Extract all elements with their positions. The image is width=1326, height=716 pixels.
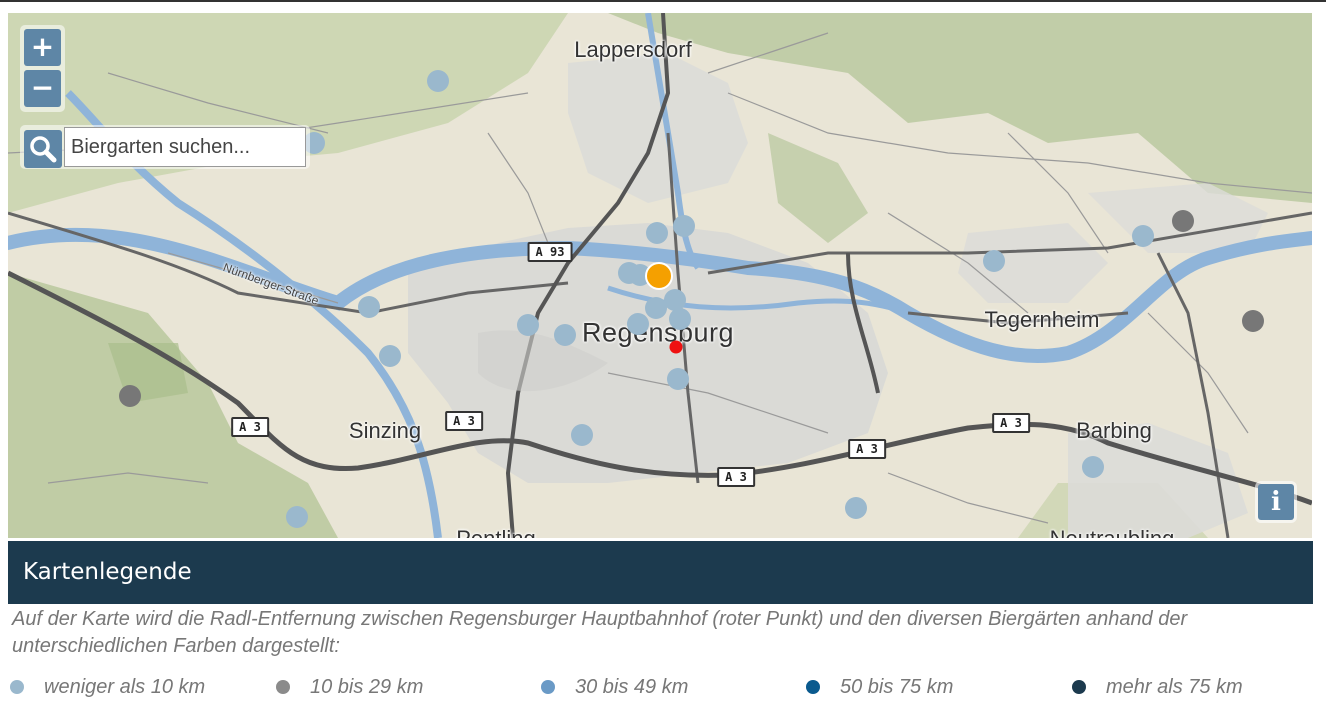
legend-item: mehr als 75 km	[1072, 672, 1243, 702]
forest-patch	[768, 133, 868, 243]
top-border-line	[0, 0, 1326, 2]
search-button[interactable]	[24, 130, 62, 168]
zoom-out-button[interactable]: −	[24, 70, 61, 107]
legend-item: weniger als 10 km	[10, 672, 205, 702]
hauptbahnhof-marker[interactable]	[669, 340, 683, 354]
legend-title: Kartenlegende	[23, 559, 192, 585]
legend-label: mehr als 75 km	[1106, 675, 1243, 698]
beergarden-marker[interactable]	[983, 250, 1005, 272]
place-label-lappersdorf: Lappersdorf	[574, 37, 692, 62]
legend-item: 30 bis 49 km	[541, 672, 688, 702]
beergarden-marker-grey[interactable]	[1242, 310, 1264, 332]
beergarden-marker[interactable]	[646, 222, 668, 244]
beergarden-marker[interactable]	[358, 296, 380, 318]
beergarden-marker-selected[interactable]	[645, 262, 673, 290]
beergarden-marker[interactable]	[845, 497, 867, 519]
beergarden-marker[interactable]	[645, 297, 667, 319]
legend-item: 50 bis 75 km	[806, 672, 953, 702]
highway-badge-a3: A 3	[848, 439, 886, 459]
place-label-neutraubling: Neutraubling	[1050, 526, 1175, 538]
legend-label: weniger als 10 km	[44, 675, 206, 698]
legend-label: 10 bis 29 km	[310, 675, 424, 698]
legend-description: Auf der Karte wird die Radl-Entfernung z…	[12, 608, 1188, 657]
beergarden-marker[interactable]	[517, 314, 539, 336]
legend-dot-icon	[276, 680, 290, 694]
legend-header: Kartenlegende	[8, 541, 1313, 604]
highway-badge-a3: A 3	[992, 413, 1030, 433]
legend-item: 10 bis 29 km	[276, 672, 423, 702]
map-canvas[interactable]: Lappersdorf Regensburg Tegernheim Sinzin…	[8, 13, 1312, 538]
place-label-barbing: Barbing	[1076, 418, 1152, 443]
zoom-in-button[interactable]: +	[24, 29, 61, 66]
beergarden-marker[interactable]	[427, 70, 449, 92]
beergarden-marker-grey[interactable]	[1172, 210, 1194, 232]
beergarden-marker[interactable]	[669, 308, 691, 330]
beergarden-marker[interactable]	[571, 424, 593, 446]
beergarden-marker[interactable]	[286, 506, 308, 528]
place-label-regensburg: Regensburg	[581, 317, 735, 348]
beergarden-marker[interactable]	[554, 324, 576, 346]
legend-label: 30 bis 49 km	[575, 675, 689, 698]
place-label-pentling: Pentling	[456, 526, 536, 538]
search-icon	[30, 136, 57, 163]
beergarden-marker[interactable]	[667, 368, 689, 390]
legend-dot-icon	[806, 680, 820, 694]
search-input[interactable]	[64, 127, 306, 167]
highway-badge-a3: A 3	[717, 467, 755, 487]
legend-items: weniger als 10 km 10 bis 29 km 30 bis 49…	[0, 672, 1326, 702]
legend-label: 50 bis 75 km	[840, 675, 954, 698]
urban-area-tegernheim	[958, 223, 1108, 303]
beergarden-marker[interactable]	[627, 313, 649, 335]
beergarden-marker[interactable]	[1082, 456, 1104, 478]
beergarden-marker[interactable]	[379, 345, 401, 367]
highway-badge-a93: A 93	[527, 242, 573, 262]
highway-badge-a3: A 3	[231, 417, 269, 437]
beergarden-marker[interactable]	[1132, 225, 1154, 247]
forest-area-southwest	[8, 273, 338, 538]
highway-badge-a3: A 3	[445, 411, 483, 431]
place-label-tegernheim: Tegernheim	[984, 307, 1100, 332]
place-label-sinzing: Sinzing	[348, 418, 422, 443]
beergarden-marker[interactable]	[673, 215, 695, 237]
legend-dot-icon	[1072, 680, 1086, 694]
legend-dot-icon	[541, 680, 555, 694]
info-button[interactable]: i	[1258, 484, 1294, 520]
zoom-control: + −	[20, 25, 65, 112]
legend-dot-icon	[10, 680, 24, 694]
beergarden-marker-grey[interactable]	[119, 385, 141, 407]
